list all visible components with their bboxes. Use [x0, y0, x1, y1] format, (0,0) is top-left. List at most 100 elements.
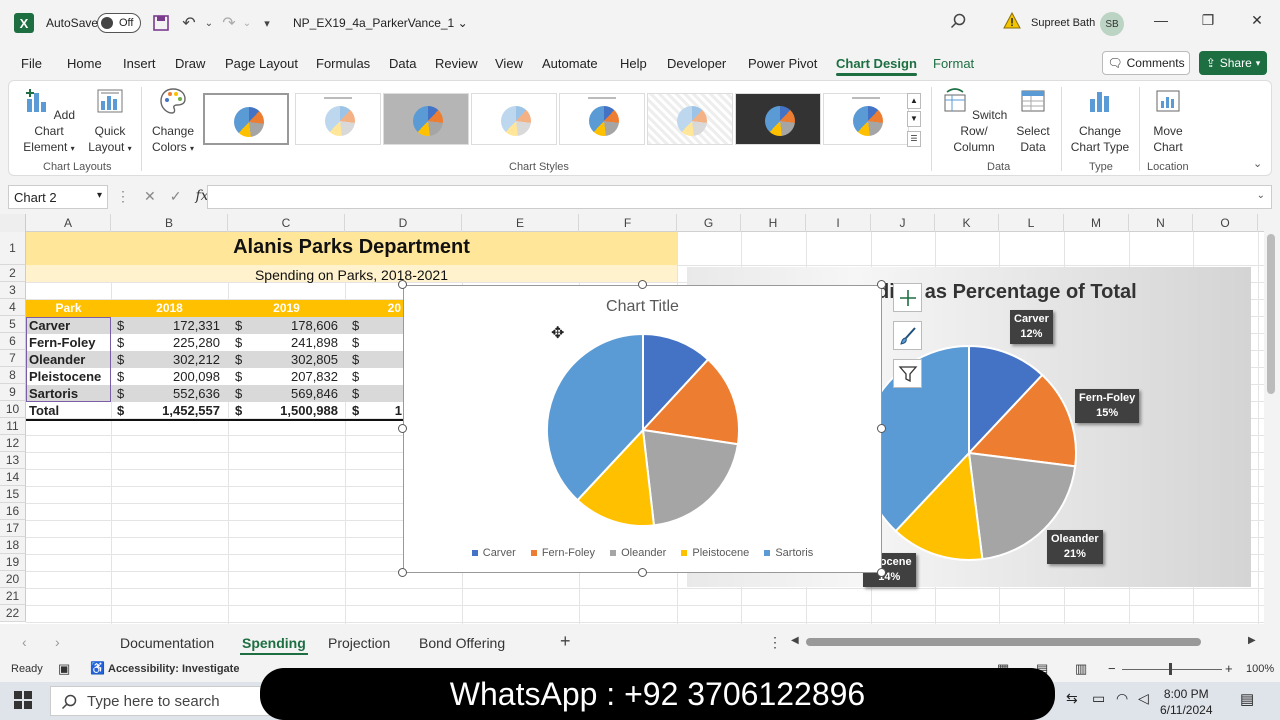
row-header[interactable]: 22 [0, 605, 26, 622]
sheet-tab-spending[interactable]: Spending [240, 635, 308, 655]
tab-insert[interactable]: Insert [123, 56, 156, 71]
row-header[interactable]: 9 [0, 384, 26, 401]
restore-icon[interactable]: ❐ [1198, 12, 1218, 32]
more-icon[interactable]: ⋮ [116, 188, 130, 205]
tab-view[interactable]: View [495, 56, 523, 71]
row-header[interactable]: 4 [0, 299, 26, 316]
taskbar-clock[interactable]: 8:00 PM 6/11/2024 [1160, 686, 1213, 718]
total-2019-cell[interactable]: 1,500,988 [248, 402, 338, 419]
column-header[interactable]: L [999, 214, 1064, 232]
add-chart-element-button[interactable]: Add Chart Element ▾ [17, 87, 81, 157]
row-header[interactable]: 20 [0, 571, 26, 588]
tab-data[interactable]: Data [389, 56, 416, 71]
currency-cell[interactable]: $ [352, 334, 364, 351]
row-header[interactable]: 1 [0, 232, 26, 265]
wifi-icon[interactable]: ◠ [1116, 690, 1128, 707]
cancel-icon[interactable]: ✕ [144, 188, 156, 205]
select-all-corner[interactable] [0, 214, 26, 232]
header-2019[interactable]: 2019 [228, 300, 345, 317]
undo-icon[interactable]: ↶ [178, 12, 200, 34]
page-break-view-icon[interactable]: ▥ [1075, 661, 1087, 677]
zoom-out-icon[interactable]: − [1108, 661, 1116, 676]
sheet-subtitle[interactable]: Spending on Parks, 2018-2021 [26, 267, 677, 283]
row-header[interactable]: 19 [0, 554, 26, 571]
minimize-icon[interactable]: — [1151, 12, 1171, 32]
header-2018[interactable]: 2018 [111, 300, 228, 317]
pie-slice-2[interactable] [641, 428, 740, 527]
tab-draw[interactable]: Draw [175, 56, 205, 71]
resize-handle-s[interactable] [638, 568, 647, 577]
notifications-icon[interactable]: ▤ [1240, 690, 1254, 708]
save-icon[interactable] [150, 12, 172, 34]
header-2020-partial[interactable]: 20 [345, 300, 403, 317]
share-button[interactable]: ⇪ Share ▾ [1199, 51, 1267, 75]
row-header[interactable]: 2 [0, 265, 26, 282]
row-header[interactable]: 8 [0, 367, 26, 384]
name-box[interactable]: Chart 2 ▾ [8, 185, 108, 209]
add-sheet-icon[interactable]: + [560, 631, 571, 652]
column-header[interactable]: M [1064, 214, 1129, 232]
column-header[interactable]: J [871, 214, 935, 232]
value-2019-cell[interactable]: 569,846 [248, 385, 338, 402]
tab-file[interactable]: File [21, 56, 42, 71]
sheet-tab-projection[interactable]: Projection [328, 635, 390, 651]
more-options-icon[interactable]: ⋮ [768, 634, 782, 651]
formula-input[interactable]: ⌄ [207, 185, 1272, 209]
quick-layout-button[interactable]: Quick Layout ▾ [85, 87, 135, 157]
sheet-tab-documentation[interactable]: Documentation [120, 635, 214, 651]
currency-cell[interactable]: $ [117, 402, 129, 419]
resize-handle-n[interactable] [638, 280, 647, 289]
currency-cell[interactable]: $ [117, 334, 129, 351]
currency-cell[interactable]: $ [117, 368, 129, 385]
data-label-carver[interactable]: Carver 12% [1010, 310, 1053, 344]
row-header[interactable]: 15 [0, 486, 26, 503]
chart-legend[interactable]: Carver Fern-Foley Oleander Pleistocene S… [404, 547, 881, 559]
currency-cell[interactable]: $ [235, 351, 247, 368]
value-2019-cell[interactable]: 302,805 [248, 351, 338, 368]
chart-style-8[interactable] [823, 93, 909, 145]
tab-review[interactable]: Review [435, 56, 478, 71]
row-header[interactable]: 5 [0, 316, 26, 333]
chart-style-6[interactable] [647, 93, 733, 145]
row-header[interactable]: 21 [0, 588, 26, 605]
column-header[interactable]: E [462, 214, 579, 232]
currency-cell[interactable]: $ [352, 385, 364, 402]
vertical-scrollbar[interactable] [1264, 214, 1280, 624]
row-header[interactable]: 11 [0, 418, 26, 435]
user-name[interactable]: Supreet Bath [1031, 17, 1095, 29]
change-colors-button[interactable]: Change Colors ▾ [145, 87, 201, 157]
sheet-title[interactable]: Alanis Parks Department [26, 236, 677, 259]
total-2018-cell[interactable]: 1,452,557 [130, 402, 220, 419]
chart-style-4[interactable] [471, 93, 557, 145]
resize-handle-ne[interactable] [877, 280, 886, 289]
currency-cell[interactable]: $ [352, 402, 364, 419]
currency-cell[interactable]: $ [117, 317, 129, 334]
column-header[interactable]: H [741, 214, 806, 232]
chart-style-7[interactable] [735, 93, 821, 145]
tab-format[interactable]: Format [933, 56, 974, 71]
zoom-slider-thumb[interactable] [1169, 663, 1172, 675]
value-2018-cell[interactable]: 225,280 [130, 334, 220, 351]
chart-style-3[interactable] [383, 93, 469, 145]
data-label-fern-foley[interactable]: Fern-Foley 15% [1075, 389, 1140, 423]
tab-home[interactable]: Home [67, 56, 102, 71]
volume-icon[interactable]: ◁ [1138, 690, 1149, 707]
avatar[interactable]: SB [1100, 12, 1124, 36]
currency-cell[interactable]: $ [117, 385, 129, 402]
currency-cell[interactable]: $ [352, 317, 364, 334]
accessibility-icon[interactable]: ♿ [90, 661, 105, 675]
row-header[interactable]: 6 [0, 333, 26, 350]
sheet-tab-bond-offering[interactable]: Bond Offering [419, 635, 505, 651]
column-header[interactable]: B [111, 214, 228, 232]
column-header[interactable]: N [1129, 214, 1193, 232]
zoom-level[interactable]: 100% [1246, 663, 1274, 675]
row-header[interactable]: 18 [0, 537, 26, 554]
scroll-thumb[interactable] [1267, 234, 1275, 394]
zoom-slider[interactable] [1122, 663, 1222, 675]
resize-handle-e[interactable] [877, 424, 886, 433]
scroll-right-icon[interactable]: ▶ [1248, 635, 1256, 646]
comments-button[interactable]: 🗨 Comments [1102, 51, 1190, 75]
scroll-left-icon[interactable]: ◀ [791, 635, 799, 646]
value-2019-cell[interactable]: 178,606 [248, 317, 338, 334]
macro-icon[interactable]: ▣ [58, 661, 70, 677]
